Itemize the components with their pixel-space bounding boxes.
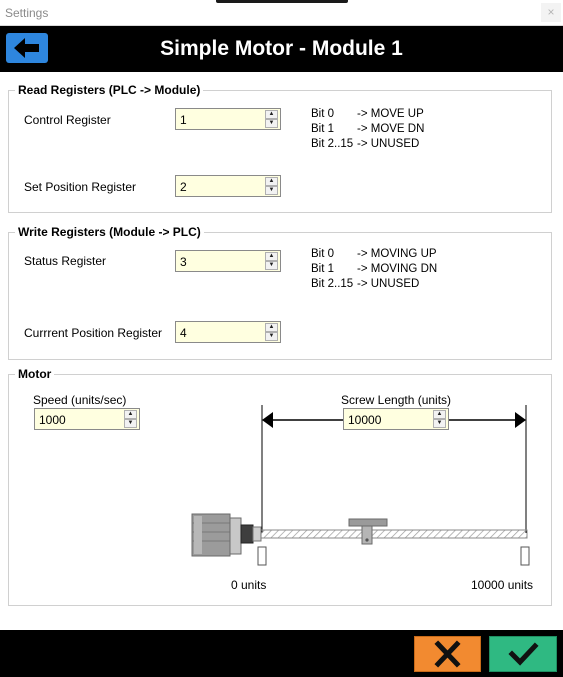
control-register-input[interactable]: 1 ▲ ▼ [175, 108, 281, 130]
end-position-label: 10000 units [471, 578, 534, 592]
step-up-icon[interactable]: ▲ [433, 410, 446, 419]
screw-length-value: 10000 [348, 413, 382, 427]
page-title: Simple Motor - Module 1 [160, 37, 403, 60]
status-register-stepper[interactable]: ▲ ▼ [265, 252, 278, 270]
step-down-icon[interactable]: ▼ [265, 261, 278, 270]
step-down-icon[interactable]: ▼ [433, 419, 446, 428]
lead-screw [258, 529, 528, 539]
read-registers-group: Read Registers (PLC -> Module) Control R… [8, 83, 552, 213]
bit-row: Bit 2..15 -> UNUSED [311, 278, 420, 290]
step-up-icon[interactable]: ▲ [265, 323, 278, 332]
start-position-label: 0 units [231, 578, 267, 592]
write-registers-group: Write Registers (Module -> PLC) Status R… [8, 225, 552, 360]
dimension-arrow-right-icon [515, 412, 526, 428]
footer-bar [0, 630, 563, 677]
background-window-edge [216, 0, 348, 3]
set-position-register-stepper[interactable]: ▲ ▼ [265, 177, 278, 195]
settings-content: Read Registers (PLC -> Module) Control R… [0, 72, 563, 630]
current-position-register-label: Currrent Position Register [24, 326, 163, 340]
end-limit-switch [520, 546, 530, 566]
motor-diagram [191, 405, 530, 566]
start-limit-switch [257, 546, 267, 566]
x-icon [434, 640, 461, 668]
current-position-register-input[interactable]: 4 ▲ ▼ [175, 321, 281, 343]
screw-length-input[interactable]: 10000 ▲ ▼ [343, 408, 449, 430]
control-register-value: 1 [180, 113, 187, 127]
motor-group: Motor Speed (units/sec) 1000 ▲ ▼ Screw Le… [8, 367, 552, 606]
step-down-icon[interactable]: ▼ [265, 186, 278, 195]
status-register-label: Status Register [24, 254, 107, 268]
step-up-icon[interactable]: ▲ [265, 252, 278, 261]
status-register-input[interactable]: 3 ▲ ▼ [175, 250, 281, 272]
set-position-register-value: 2 [180, 180, 187, 194]
window-close-button[interactable]: × [541, 3, 561, 22]
carriage-top [348, 518, 388, 527]
window-titlebar: Settings × [0, 0, 563, 26]
motor-coupler [240, 524, 254, 544]
bit-row: Bit 0 -> MOVING UP [311, 248, 437, 260]
bit-row: Bit 1 -> MOVING DN [311, 263, 438, 275]
current-position-register-value: 4 [180, 326, 187, 340]
step-up-icon[interactable]: ▲ [265, 177, 278, 186]
control-register-stepper[interactable]: ▲ ▼ [265, 110, 278, 128]
write-bits-legend: Bit 0 -> MOVING UP Bit 1 -> MOVING DN Bit … [311, 247, 461, 292]
set-position-register-label: Set Position Register [24, 180, 137, 194]
control-register-label: Control Register [24, 113, 111, 127]
screw-length-stepper[interactable]: ▲ ▼ [433, 410, 446, 428]
step-down-icon[interactable]: ▼ [265, 119, 278, 128]
bit-row: Bit 2..15 -> UNUSED [311, 138, 420, 150]
cancel-button[interactable] [414, 636, 481, 672]
window-title: Settings [5, 6, 49, 20]
step-up-icon[interactable]: ▲ [265, 110, 278, 119]
ok-button[interactable] [489, 636, 557, 672]
step-down-icon[interactable]: ▼ [265, 332, 278, 341]
set-position-register-input[interactable]: 2 ▲ ▼ [175, 175, 281, 197]
header-bar: Simple Motor - Module 1 [0, 26, 563, 72]
bit-row: Bit 0 -> MOVE UP [311, 108, 424, 120]
checkmark-icon [508, 642, 539, 666]
read-bits-legend: Bit 0 -> MOVE UP Bit 1 -> MOVE DN Bit 2..1… [311, 107, 451, 152]
dimension-arrow-left-icon [262, 412, 273, 428]
motor-flange [229, 517, 242, 555]
current-position-register-stepper[interactable]: ▲ ▼ [265, 323, 278, 341]
read-registers-title: Read Registers (PLC -> Module) [15, 83, 204, 97]
write-registers-title: Write Registers (Module -> PLC) [15, 225, 204, 239]
status-register-value: 3 [180, 255, 187, 269]
carriage-pin [365, 538, 369, 542]
bit-row: Bit 1 -> MOVE DN [311, 123, 425, 135]
